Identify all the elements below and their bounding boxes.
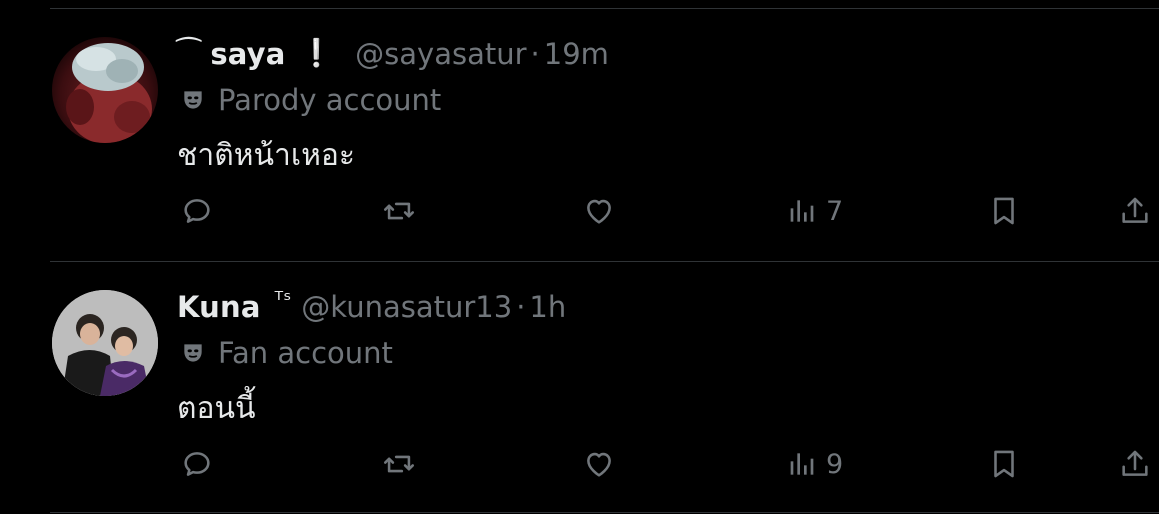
tweet[interactable]: Kuna ᵀˢ @kunasatur13 · 1h Fan account ตอ… [0,262,1159,514]
views-count: 7 [826,195,844,227]
tweet-header: Kuna ᵀˢ @kunasatur13 · 1h [177,287,566,327]
share-button[interactable] [1118,444,1152,484]
tweet-header: ⁀ saya ❕ @sayasatur · 19m [177,34,609,74]
views-icon [790,200,814,222]
badge-text: ᵀˢ [274,288,292,313]
retweet-icon [383,202,415,220]
bottom-divider [50,512,1159,513]
retweet-button[interactable] [382,191,416,231]
views-icon [790,453,814,475]
name-decoration: ⁀ [177,37,201,71]
tweet-actions: 9 [0,444,1159,484]
views-button[interactable]: 7 [786,191,843,231]
views-button[interactable]: 9 [786,444,843,484]
share-button[interactable] [1118,191,1152,231]
reply-button[interactable] [180,191,214,231]
user-handle[interactable]: @sayasatur [355,34,526,74]
avatar[interactable] [52,37,158,143]
avatar[interactable] [52,290,158,396]
tweet-text: ตอนนี้ [177,391,256,426]
bookmark-button[interactable] [987,191,1021,231]
like-icon [587,199,611,224]
account-label-text: Parody account [218,83,442,117]
share-icon [1122,197,1148,223]
share-icon [1122,450,1148,476]
views-count: 9 [826,448,844,480]
bookmark-icon [994,450,1014,478]
display-name[interactable]: Kuna [177,287,261,327]
tweet-actions: 7 [0,191,1159,231]
display-name[interactable]: saya [210,34,285,74]
bookmark-button[interactable] [987,444,1021,484]
timestamp[interactable]: 19m [544,34,609,74]
retweet-button[interactable] [382,444,416,484]
reply-icon [184,452,210,476]
account-label: Fan account [180,333,393,373]
separator-dot: · [530,37,540,71]
mask-icon [184,344,202,362]
badge-emoji: ❕ [299,38,334,69]
timestamp[interactable]: 1h [529,287,566,327]
reply-icon [184,199,210,223]
account-label-text: Fan account [218,336,393,370]
account-label: Parody account [180,80,441,120]
like-button[interactable] [582,444,616,484]
like-icon [587,452,611,477]
tweet[interactable]: ⁀ saya ❕ @sayasatur · 19m Parody account… [0,9,1159,261]
mask-icon [184,91,202,109]
tweet-text: ชาติหน้าเหอะ [177,138,355,173]
reply-button[interactable] [180,444,214,484]
retweet-icon [383,455,415,473]
bookmark-icon [994,197,1014,225]
user-handle[interactable]: @kunasatur13 [301,287,512,327]
separator-dot: · [516,290,526,324]
like-button[interactable] [582,191,616,231]
